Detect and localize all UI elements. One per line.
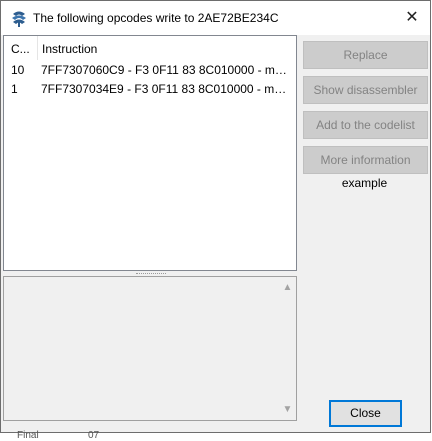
column-header-instruction[interactable]: Instruction [35,36,297,60]
window-title: The following opcodes write to 2AE72BE23… [33,11,279,25]
cheat-engine-icon [10,10,28,28]
list-item[interactable]: 10 7FF7307060C9 - F3 0F11 83 8C010000 - … [4,61,296,80]
splitter-grip [136,273,166,275]
row-instruction: 7FF7307034E9 - F3 0F11 83 8C010000 - mov… [41,82,291,96]
column-header-count[interactable]: C... [4,36,38,60]
opcodes-dialog: The following opcodes write to 2AE72BE23… [0,0,431,433]
list-item[interactable]: 1 7FF7307034E9 - F3 0F11 83 8C010000 - m… [4,80,296,99]
title-bar: The following opcodes write to 2AE72BE23… [1,1,430,35]
list-rows: 10 7FF7307060C9 - F3 0F11 83 8C010000 - … [4,61,296,99]
more-information-button[interactable]: More information [303,146,428,174]
row-instruction: 7FF7307060C9 - F3 0F11 83 8C010000 - mov… [41,63,291,77]
background-text: 07 [88,430,100,441]
show-disassembler-button[interactable]: Show disassembler [303,76,428,104]
background-text: Final [17,430,39,441]
add-to-codelist-button[interactable]: Add to the codelist [303,111,428,139]
chevron-up-icon[interactable]: ▲ [279,279,296,296]
row-count: 1 [11,82,18,96]
row-count: 10 [11,63,25,77]
close-button[interactable]: Close [329,400,402,427]
example-label: example [341,176,388,190]
close-icon[interactable]: ✕ [402,8,422,28]
info-memo[interactable]: ▲ ▼ [3,276,297,421]
opcode-list[interactable]: C... Instruction 10 7FF7307060C9 - F3 0F… [3,35,297,271]
replace-button[interactable]: Replace [303,41,428,69]
list-header: C... Instruction [4,36,296,60]
vertical-scrollbar[interactable]: ▲ ▼ [279,277,296,420]
chevron-down-icon[interactable]: ▼ [279,401,296,418]
